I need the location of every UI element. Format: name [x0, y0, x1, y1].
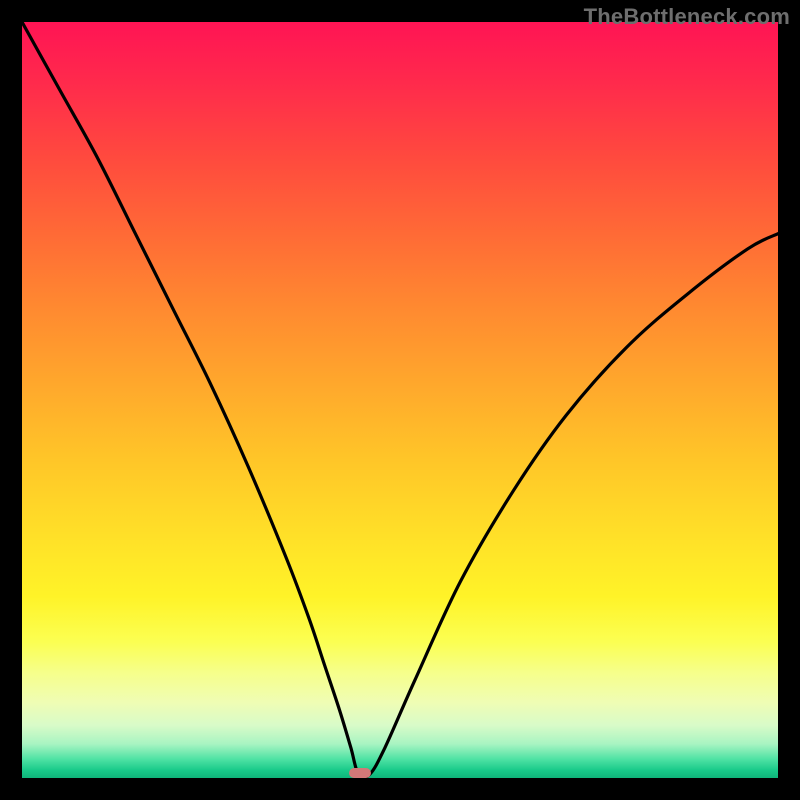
chart-frame: TheBottleneck.com: [0, 0, 800, 800]
plot-area: [22, 22, 778, 778]
bottleneck-curve-path: [22, 22, 778, 778]
curve-svg: [22, 22, 778, 778]
minimum-marker: [349, 768, 371, 778]
watermark-text: TheBottleneck.com: [584, 4, 790, 30]
